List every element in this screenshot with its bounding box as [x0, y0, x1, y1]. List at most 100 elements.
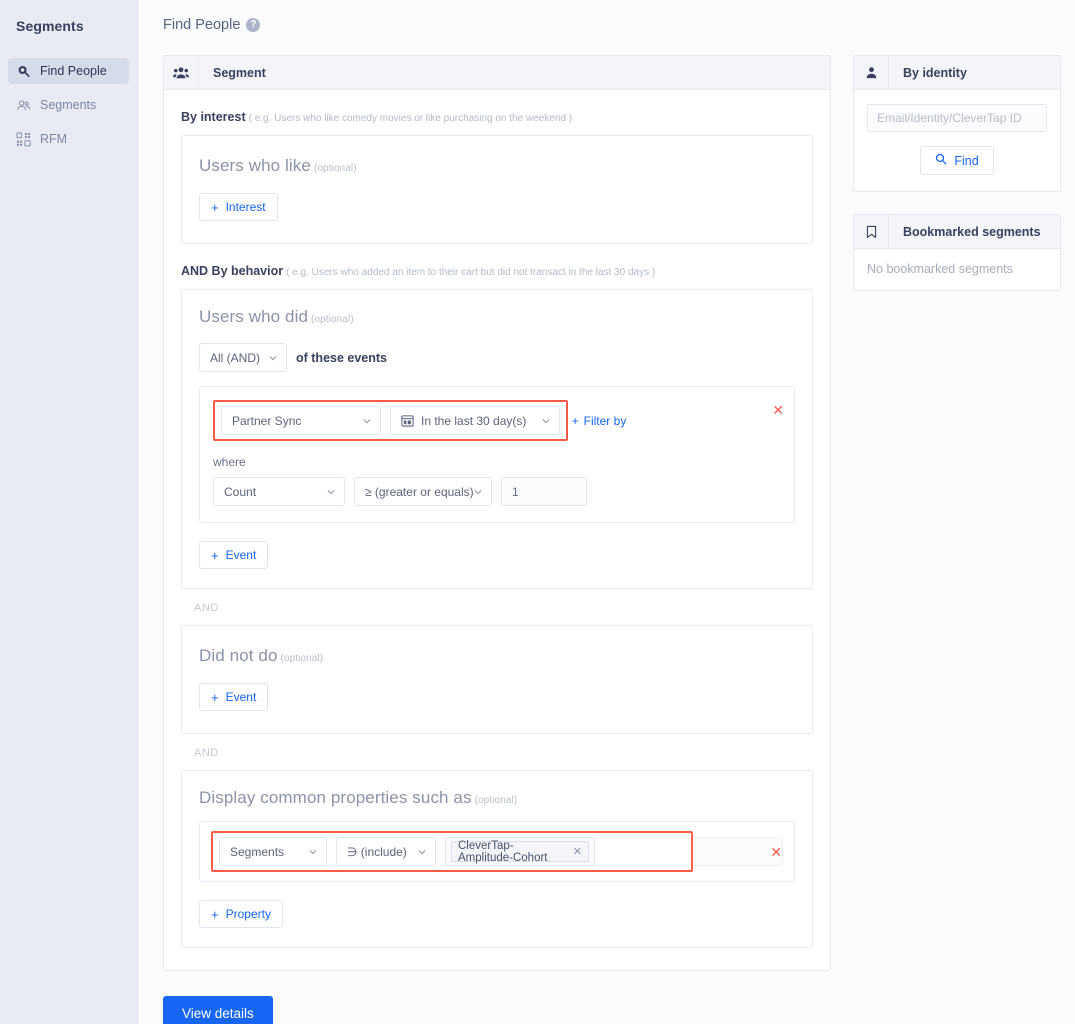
common-properties-title-text: Display common properties such as — [199, 788, 472, 807]
find-button[interactable]: Find — [920, 146, 994, 175]
users-who-did-title: Users who did (optional) — [199, 307, 795, 327]
sidebar-title: Segments — [16, 18, 84, 34]
users-who-like-title: Users who like (optional) — [199, 156, 795, 176]
plus-icon: + — [211, 689, 219, 705]
add-property-label: Property — [225, 907, 271, 921]
find-people-icon — [16, 64, 31, 79]
content-row: Segment By interest( e.g. Users who like… — [138, 33, 1075, 1024]
sidebar-item-label: Segments — [40, 98, 97, 112]
optional-tag: (optional) — [280, 653, 324, 664]
page-header: Find People ? — [138, 0, 1075, 33]
chevron-down-icon — [418, 848, 426, 856]
find-button-wrap: Find — [867, 146, 1047, 175]
plus-icon: + — [571, 413, 579, 428]
identity-search-input[interactable] — [867, 104, 1047, 132]
sidebar-nav: Find People Segments RFM — [0, 58, 137, 152]
by-behavior-label: AND By behavior( e.g. Users who added an… — [181, 264, 813, 278]
calendar-30-icon — [401, 414, 414, 427]
app-root: Segments Find People Segments RFM Find P… — [0, 0, 1075, 1024]
bookmark-icon — [854, 215, 889, 248]
property-operator-select[interactable]: ∋ (include) — [336, 837, 436, 866]
sidebar-item-label: Find People — [40, 64, 107, 78]
where-condition-row: Count ≥ (greater or equals) — [213, 477, 781, 506]
metric-select[interactable]: Count — [213, 477, 345, 506]
event-combinator-select[interactable]: All (AND) — [199, 343, 287, 372]
property-row-card: Segments ∋ (include) CleverTap-Amplitude… — [199, 821, 795, 882]
delete-event-icon[interactable]: ✕ — [772, 403, 784, 417]
add-interest-button[interactable]: + Interest — [199, 193, 278, 221]
plus-icon: + — [211, 199, 219, 215]
remove-tag-icon[interactable]: ✕ — [573, 845, 582, 858]
by-interest-label: By interest( e.g. Users who like comedy … — [181, 110, 813, 124]
grid-icon — [16, 131, 31, 147]
event-date-range-value: In the last 30 day(s) — [421, 413, 527, 428]
sidebar-item-segments[interactable]: Segments — [8, 92, 129, 118]
where-label: where — [213, 455, 246, 469]
person-icon — [854, 56, 889, 89]
sidebar-item-find-people[interactable]: Find People — [8, 58, 129, 84]
property-value-tag: CleverTap-Amplitude-Cohort ✕ — [451, 839, 589, 864]
segment-column: Segment By interest( e.g. Users who like… — [163, 55, 831, 1024]
right-column: By identity Email/Identity/CleverTap ID … — [853, 55, 1061, 1024]
search-icon — [935, 153, 947, 168]
bookmarked-empty-text: No bookmarked segments — [867, 262, 1013, 276]
group-people-icon — [164, 56, 199, 89]
sidebar-item-rfm[interactable]: RFM — [8, 126, 129, 152]
users-who-did-block: Users who did (optional) All (AND) of the… — [181, 289, 813, 589]
delete-property-icon[interactable]: ✕ — [770, 845, 782, 859]
users-who-like-block: Users who like (optional) + Interest — [181, 135, 813, 244]
bookmarked-title: Bookmarked segments — [903, 224, 1041, 239]
operator-select[interactable]: ≥ (greater or equals) — [354, 477, 492, 506]
by-behavior-hint: ( e.g. Users who added an item to their … — [286, 267, 656, 278]
combinator-suffix-label: of these events — [296, 350, 388, 365]
optional-tag: (optional) — [313, 163, 357, 174]
threshold-value-input[interactable] — [501, 477, 587, 506]
common-properties-block: Display common properties such as (option… — [181, 770, 813, 948]
optional-tag: (optional) — [474, 795, 518, 806]
bookmarked-segments-card: Bookmarked segments No bookmarked segmen… — [853, 214, 1061, 291]
by-identity-card: By identity Email/Identity/CleverTap ID … — [853, 55, 1061, 192]
by-identity-body: Find — [854, 90, 1060, 191]
and-separator: AND — [194, 747, 219, 759]
chevron-down-icon — [542, 417, 550, 425]
segment-card: Segment By interest( e.g. Users who like… — [163, 55, 831, 971]
property-name-select[interactable]: Segments — [219, 837, 327, 866]
chevron-down-icon — [327, 488, 335, 496]
property-selectors-highlight: Segments ∋ (include) CleverTap-Amplitude… — [211, 831, 693, 872]
chevron-down-icon — [363, 417, 371, 425]
filter-by-link[interactable]: + Filter by — [572, 414, 627, 428]
by-identity-title: By identity — [903, 65, 967, 80]
event-selectors-highlight: Partner Sync In the last 30 day(s) — [213, 400, 568, 441]
common-properties-title: Display common properties such as (option… — [199, 788, 795, 808]
add-not-event-label: Event — [225, 690, 257, 704]
sidebar-item-label: RFM — [40, 132, 68, 146]
add-interest-label: Interest — [225, 200, 266, 214]
did-not-do-title-text: Did not do — [199, 646, 278, 665]
add-event-button[interactable]: + Event — [199, 541, 269, 569]
by-behavior-label-text: AND By behavior — [181, 264, 284, 278]
by-interest-hint: ( e.g. Users who like comedy movies or l… — [248, 113, 573, 124]
people-icon — [16, 98, 31, 113]
page-title: Find People — [163, 17, 241, 33]
event-date-range-select[interactable]: In the last 30 day(s) — [390, 406, 560, 435]
find-button-label: Find — [954, 153, 979, 168]
and-separator: AND — [194, 602, 219, 614]
segment-card-header: Segment — [164, 56, 830, 90]
add-event-label: Event — [225, 548, 257, 562]
add-not-event-button[interactable]: + Event — [199, 683, 269, 711]
event-name-select[interactable]: Partner Sync — [221, 406, 381, 435]
question-mark-icon[interactable]: ? — [246, 18, 261, 32]
left-sidebar: Segments Find People Segments RFM — [0, 0, 138, 1024]
property-value-tag-label: CleverTap-Amplitude-Cohort — [458, 839, 548, 864]
did-not-do-block: Did not do (optional) + Event — [181, 625, 813, 734]
event-combinator-value: All (AND) — [210, 350, 260, 365]
segment-card-body: By interest( e.g. Users who like comedy … — [164, 90, 830, 970]
property-value-field[interactable]: CleverTap-Amplitude-Cohort ✕ — [445, 837, 595, 866]
main-content: Find People ? Segment By interest (e.g.… — [138, 0, 1075, 1024]
users-who-did-title-text: Users who did — [199, 307, 309, 326]
add-property-button[interactable]: + Property — [199, 900, 283, 928]
chevron-down-icon — [309, 848, 317, 856]
bookmarked-header: Bookmarked segments — [854, 215, 1060, 249]
view-details-button[interactable]: View details — [163, 996, 273, 1024]
property-operator-value: ∋ (include) — [347, 844, 407, 859]
